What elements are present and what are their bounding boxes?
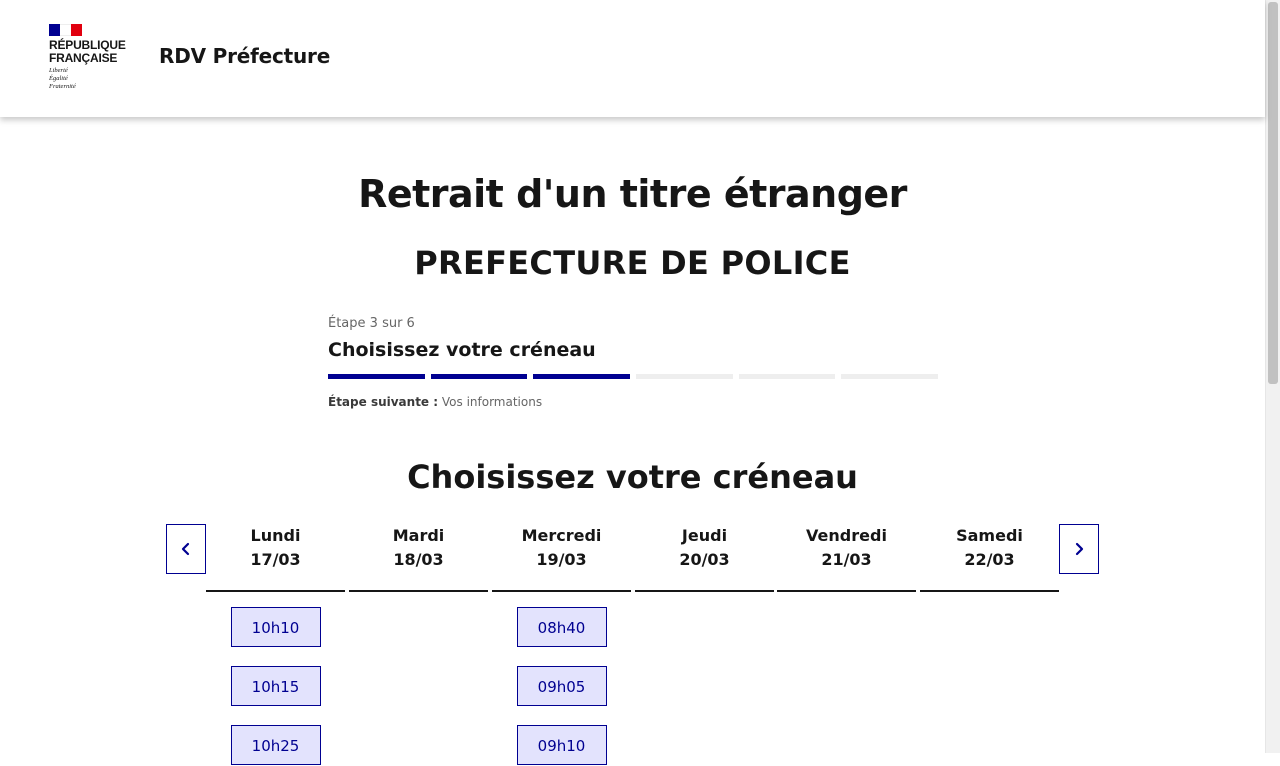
chevron-left-icon xyxy=(181,542,190,556)
logo-motto: Liberté Égalité Fraternité xyxy=(49,67,76,90)
day-column-lundi: Lundi 17/03 10h10 10h15 10h25 xyxy=(206,524,345,765)
time-slot-button[interactable]: 09h10 xyxy=(516,725,607,765)
day-name: Samedi xyxy=(956,526,1023,545)
day-column-vendredi: Vendredi 21/03 xyxy=(777,524,916,592)
day-date: 20/03 xyxy=(679,550,730,569)
day-name: Mercredi xyxy=(521,526,602,545)
day-date: 18/03 xyxy=(393,550,444,569)
time-slot-button[interactable]: 08h40 xyxy=(516,607,607,647)
day-date: 17/03 xyxy=(250,550,301,569)
step-state: Étape 3 sur 6 xyxy=(328,316,415,331)
day-header: Vendredi 21/03 xyxy=(777,524,916,592)
step-progress-bar xyxy=(328,374,939,379)
chevron-right-icon xyxy=(1075,542,1084,556)
page-subtitle: PREFECTURE DE POLICE xyxy=(414,244,851,282)
day-date: 22/03 xyxy=(964,550,1015,569)
time-slot-button[interactable]: 09h05 xyxy=(516,666,607,706)
step-next-label: Étape suivante : xyxy=(328,395,439,409)
scrollbar-thumb[interactable] xyxy=(1268,2,1278,384)
day-column-samedi: Samedi 22/03 xyxy=(920,524,1059,592)
section-title: Choisissez votre créneau xyxy=(407,458,858,496)
day-date: 21/03 xyxy=(821,550,872,569)
step-title: Choisissez votre créneau xyxy=(328,339,596,361)
step-segment-6 xyxy=(841,374,939,379)
day-date: 19/03 xyxy=(536,550,587,569)
slot-list: 10h10 10h15 10h25 xyxy=(206,592,345,765)
logo-title: RÉPUBLIQUE FRANÇAISE xyxy=(49,38,126,65)
slot-list: 08h40 09h05 09h10 xyxy=(492,592,631,765)
page-title: Retrait d'un titre étranger xyxy=(358,172,907,216)
day-name: Mardi xyxy=(392,526,445,545)
step-segment-2 xyxy=(430,374,528,379)
time-slot-button[interactable]: 10h15 xyxy=(230,666,321,706)
step-segment-3 xyxy=(533,374,631,379)
next-week-button[interactable] xyxy=(1059,524,1099,574)
site-header: RÉPUBLIQUE FRANÇAISE Liberté Égalité Fra… xyxy=(0,0,1265,117)
french-flag-icon xyxy=(49,24,82,36)
day-header: Mercredi 19/03 xyxy=(492,524,631,592)
previous-week-button[interactable] xyxy=(166,524,206,574)
step-segment-4 xyxy=(636,374,733,379)
day-column-jeudi: Jeudi 20/03 xyxy=(635,524,774,592)
step-segment-5 xyxy=(738,374,836,379)
time-slot-button[interactable]: 10h10 xyxy=(230,607,321,647)
day-name: Jeudi xyxy=(681,526,728,545)
day-name: Vendredi xyxy=(806,526,887,545)
vertical-scrollbar[interactable] xyxy=(1265,0,1280,753)
republique-francaise-logo[interactable]: RÉPUBLIQUE FRANÇAISE Liberté Égalité Fra… xyxy=(49,24,139,96)
service-name-link[interactable]: RDV Préfecture xyxy=(159,44,330,68)
step-segment-1 xyxy=(328,374,425,379)
step-next: Étape suivante : Vos informations xyxy=(328,395,938,409)
stepper: Étape 3 sur 6 Choisissez votre créneau É… xyxy=(328,316,939,409)
time-slot-button[interactable]: 10h25 xyxy=(230,725,321,765)
day-header: Jeudi 20/03 xyxy=(635,524,774,592)
day-name: Lundi xyxy=(250,526,301,545)
step-next-value: Vos informations xyxy=(441,395,543,409)
day-header: Samedi 22/03 xyxy=(920,524,1059,592)
day-header: Lundi 17/03 xyxy=(206,524,345,592)
day-column-mercredi: Mercredi 19/03 08h40 09h05 09h10 xyxy=(492,524,631,765)
day-column-mardi: Mardi 18/03 xyxy=(349,524,488,592)
day-header: Mardi 18/03 xyxy=(349,524,488,592)
